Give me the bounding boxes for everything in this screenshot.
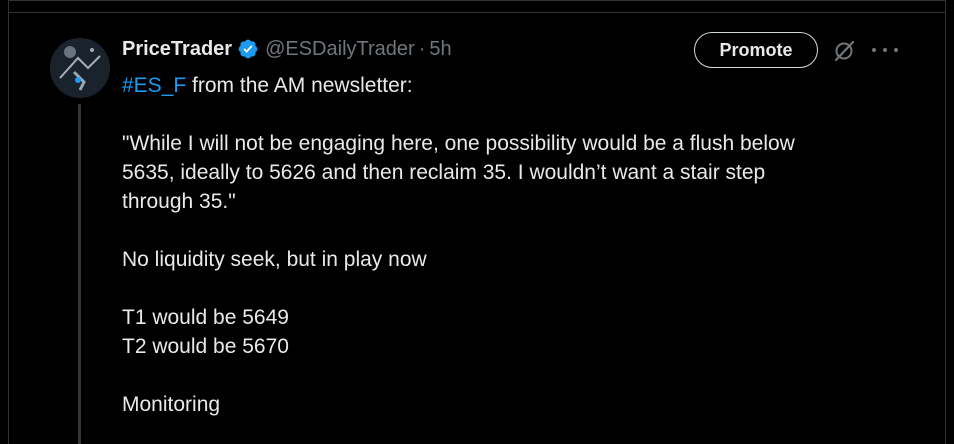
- closing-line: Monitoring: [122, 393, 221, 416]
- tweet-header: PriceTrader @ESDailyTrader · 5h: [122, 36, 452, 62]
- user-handle[interactable]: @ESDailyTrader: [265, 38, 415, 61]
- more-dot: [883, 48, 887, 52]
- quote-line-1: "While I will not be engaging here, one …: [122, 132, 795, 155]
- more-dot: [894, 48, 898, 52]
- liquidity-line: No liquidity seek, but in play now: [122, 248, 427, 271]
- separator-dot: ·: [418, 37, 426, 60]
- intro-text: from the AM newsletter:: [186, 74, 413, 97]
- promote-button[interactable]: Promote: [694, 32, 818, 68]
- avatar-image: [50, 38, 110, 98]
- target-line-1: T1 would be 5649: [122, 306, 289, 329]
- target-line-2: T2 would be 5670: [122, 335, 289, 358]
- quote-line-2: 5635, ideally to 5626 and then reclaim 3…: [122, 161, 766, 184]
- timestamp[interactable]: 5h: [429, 38, 451, 61]
- avatar[interactable]: [50, 38, 110, 98]
- more-options-icon[interactable]: [872, 40, 898, 60]
- display-name[interactable]: PriceTrader: [122, 38, 232, 61]
- hashtag-link[interactable]: #ES_F: [122, 74, 186, 97]
- quote-line-3: through 35.": [122, 190, 236, 213]
- thread-connector-line: [78, 104, 81, 444]
- tweet-text: #ES_F from the AM newsletter: "While I w…: [122, 71, 912, 419]
- more-dot: [872, 48, 876, 52]
- grok-icon[interactable]: [832, 39, 856, 63]
- intro-line: #ES_F from the AM newsletter:: [122, 71, 912, 100]
- verified-badge-icon: [237, 38, 259, 60]
